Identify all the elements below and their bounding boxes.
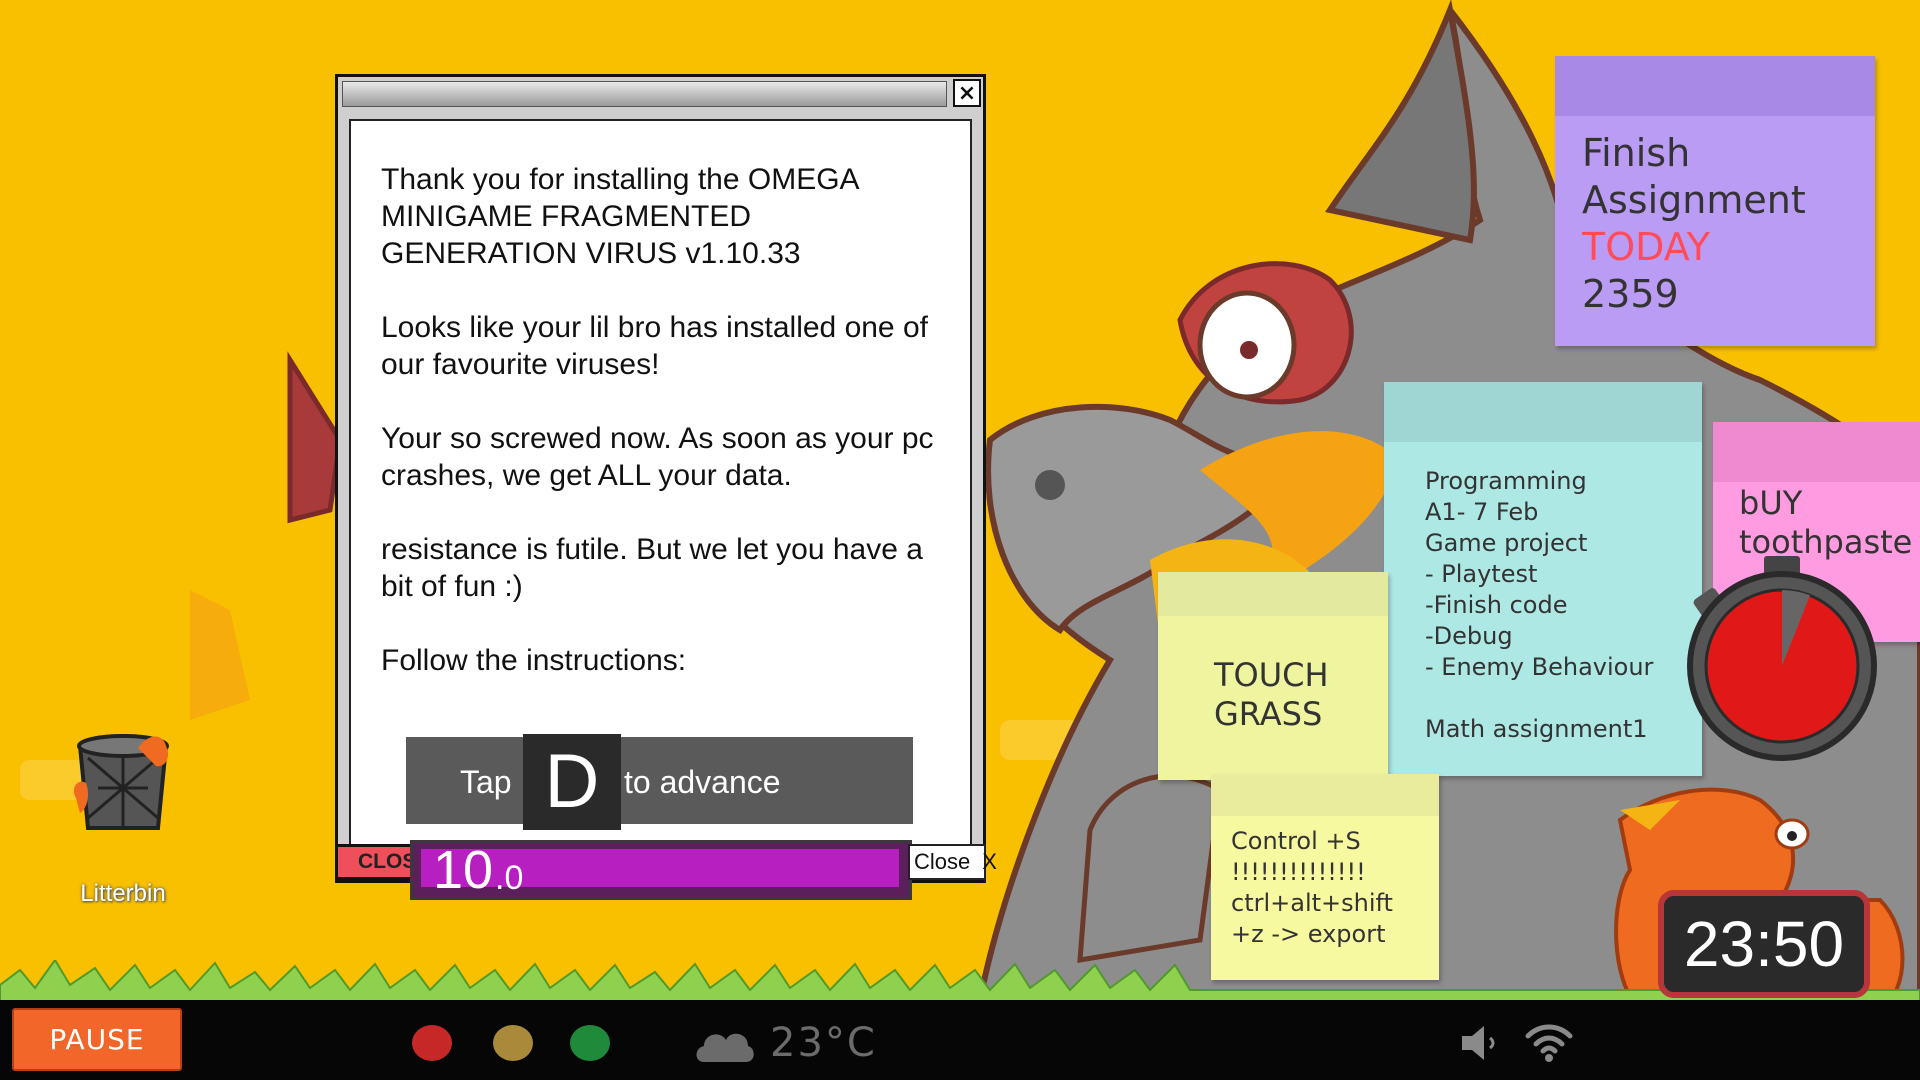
trash-bin-icon — [73, 734, 169, 830]
tap-label: Tap — [460, 764, 512, 800]
close-white-x: X — [982, 849, 997, 874]
note-tape — [1384, 382, 1702, 442]
close-white-button[interactable]: Close X — [908, 844, 997, 880]
note-line: TOUCH — [1214, 656, 1329, 694]
weather-widget[interactable]: 23°C — [692, 1018, 902, 1068]
tap-to-advance-button[interactable]: Tap D to advance — [406, 734, 913, 830]
note-text: TOUCH GRASS — [1214, 656, 1329, 734]
sticky-note-finish-assignment[interactable]: Finish Assignment TODAY 2359 — [1555, 56, 1875, 346]
dialog-paragraph-intro: Thank you for installing the OMEGA MINIG… — [381, 163, 858, 270]
note-text: Programming A1- 7 Feb Game project - Pla… — [1425, 467, 1654, 743]
countdown-decimal: .0 — [495, 859, 524, 897]
note-tape — [1158, 572, 1388, 616]
countdown-whole: 10 — [433, 840, 494, 900]
pause-button[interactable]: PAUSE — [12, 1008, 182, 1071]
dialog-paragraph-screwed: Your so screwed now. As soon as your pc … — [381, 422, 934, 492]
litterbin-icon[interactable]: Litterbin — [68, 728, 178, 918]
note-line-today: TODAY — [1582, 225, 1710, 269]
sticky-note-shortcuts[interactable]: Control +S !!!!!!!!!!!!!! ctrl+alt+shift… — [1211, 774, 1439, 980]
note-tape — [1555, 56, 1875, 116]
dialog-paragraph-resistance: resistance is futile. But we let you hav… — [381, 533, 923, 603]
dialog-titlebar[interactable] — [342, 81, 947, 107]
wifi-icon[interactable] — [1524, 1018, 1574, 1068]
note-line: GRASS — [1214, 695, 1323, 733]
note-line: Assignment — [1582, 178, 1806, 222]
note-text: Control +S !!!!!!!!!!!!!! ctrl+alt+shift… — [1231, 827, 1393, 948]
dialog-close-button[interactable]: × — [953, 79, 981, 107]
cloud-icon — [696, 1033, 754, 1062]
litterbin-label: Litterbin — [80, 880, 166, 907]
key-d-badge: D — [523, 734, 621, 830]
volume-icon[interactable] — [1456, 1018, 1506, 1068]
note-line: 2359 — [1582, 272, 1679, 316]
note-tape — [1713, 422, 1920, 482]
to-advance-label: to advance — [624, 764, 781, 800]
sticky-note-touch-grass[interactable]: TOUCH GRASS — [1158, 572, 1388, 780]
stopwatch-icon — [1687, 556, 1877, 761]
game-screen: Litterbin × Thank you for installing the… — [0, 0, 1920, 1080]
dialog-paragraph-lil-bro: Looks like your lil bro has installed on… — [381, 311, 928, 381]
yellow-dot-button[interactable] — [493, 1025, 533, 1061]
close-white-label: Close — [914, 849, 971, 874]
taskbar — [0, 1000, 1920, 1080]
countdown-bar: 10 .0 — [410, 840, 912, 900]
note-tape — [1211, 774, 1439, 816]
sticky-note-programming[interactable]: Programming A1- 7 Feb Game project - Pla… — [1384, 382, 1702, 776]
note-line: bUY — [1739, 484, 1803, 522]
game-clock: 23:50 — [1658, 890, 1870, 998]
red-dot-button[interactable] — [412, 1025, 452, 1061]
green-dot-button[interactable] — [570, 1025, 610, 1061]
grass-strip — [0, 960, 1920, 1005]
temperature-label: 23°C — [770, 1020, 877, 1066]
note-line: Finish — [1582, 131, 1691, 175]
note-text: Finish Assignment TODAY 2359 — [1582, 130, 1806, 318]
note-text: bUY toothpaste — [1739, 484, 1912, 562]
dialog-paragraph-instructions: Follow the instructions: — [381, 644, 687, 677]
